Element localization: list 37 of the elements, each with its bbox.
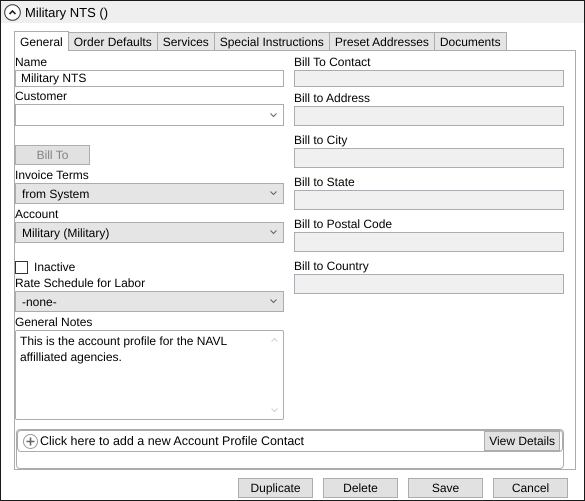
field-label: Rate Schedule for Labor	[15, 276, 146, 291]
field-label: Bill to Country	[294, 258, 370, 274]
caret-icon	[270, 299, 277, 304]
window-title: Military NTS ()	[25, 4, 108, 20]
tab[interactable]: General	[14, 31, 69, 51]
name-field[interactable]: Military NTS	[15, 70, 284, 87]
plus-icon	[23, 434, 38, 448]
field-label: Bill To Contact	[294, 55, 372, 70]
tab[interactable]: Preset Addresses	[328, 32, 435, 50]
field-label: Bill to Postal Code	[294, 216, 394, 232]
field-label: Name	[15, 55, 48, 70]
tab[interactable]: Special Instructions	[214, 32, 330, 50]
checkbox-label: Inactive	[34, 260, 76, 274]
checkbox[interactable]	[15, 260, 28, 274]
tab[interactable]: Order Defaults	[68, 32, 158, 50]
tab[interactable]: Documents	[434, 32, 507, 50]
footer-button[interactable]: Delete	[323, 478, 398, 498]
scroll-down-icon	[271, 408, 278, 413]
view-details-button[interactable]: View Details	[484, 431, 560, 451]
field-label: General Notes	[15, 315, 94, 330]
scroll-up-icon	[271, 337, 278, 342]
field-label: Invoice Terms	[15, 168, 90, 183]
notes-field[interactable]: This is the account profile for the NAVL affilliated agencies.	[15, 330, 284, 420]
field-label: Account	[15, 207, 60, 222]
footer-button[interactable]: Cancel	[493, 478, 568, 498]
collapse-icon[interactable]	[4, 4, 21, 20]
field-label: Bill to State	[294, 174, 356, 190]
caret-icon	[270, 191, 277, 196]
field-label: Bill to City	[294, 132, 348, 148]
field-label: Bill to Address	[294, 90, 372, 106]
field-label: Customer	[15, 89, 68, 104]
footer-button[interactable]: Save	[408, 478, 483, 498]
footer-button[interactable]: Duplicate	[238, 478, 313, 498]
caret-icon	[270, 112, 277, 118]
tab[interactable]: Services	[156, 32, 215, 50]
caret-icon	[270, 230, 277, 235]
add-contact-link[interactable]: Click here to add a new Account Profile Contact	[23, 434, 304, 448]
